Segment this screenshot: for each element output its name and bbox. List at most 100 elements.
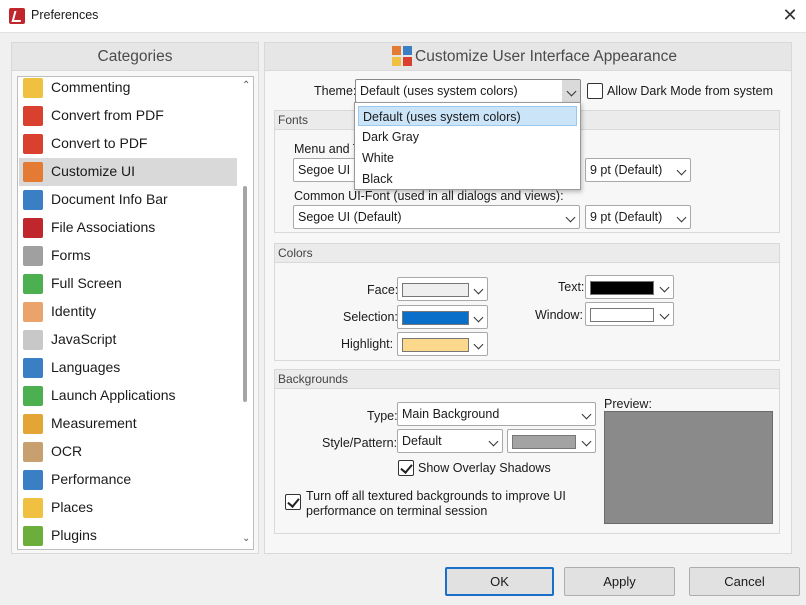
chevron-down-icon	[659, 282, 670, 293]
common-font-label: Common UI-Font (used in all dialogs and …	[294, 189, 564, 203]
categories-header: Categories	[12, 43, 258, 71]
launch-apps-icon	[23, 386, 43, 406]
customize-ui-icon	[391, 45, 413, 67]
category-label: Commenting	[51, 79, 131, 95]
scroll-down-icon[interactable]: ⌄	[242, 533, 250, 544]
chevron-down-icon	[676, 212, 687, 223]
appearance-header: Customize User Interface Appearance	[265, 43, 791, 71]
category-item[interactable]: JavaScript	[19, 326, 238, 354]
chevron-down-icon	[659, 309, 670, 320]
chevron-down-icon	[565, 212, 576, 223]
common-font-select[interactable]: Segoe UI (Default)	[293, 205, 580, 229]
convert-from-pdf-icon	[23, 106, 43, 126]
style-pattern-select[interactable]: Default	[397, 429, 503, 453]
chevron-down-icon	[473, 284, 484, 295]
scroll-up-icon[interactable]: ⌃	[242, 80, 250, 91]
category-item[interactable]: Customize UI	[19, 158, 238, 186]
menu-font-size-select[interactable]: 9 pt (Default)	[585, 158, 691, 182]
full-screen-icon	[23, 274, 43, 294]
category-item[interactable]: Performance	[19, 466, 238, 494]
selection-color-swatch	[402, 311, 469, 325]
theme-option[interactable]: Dark Gray	[358, 127, 577, 147]
face-color-swatch	[402, 283, 469, 297]
theme-option[interactable]: Black	[358, 169, 577, 189]
category-label: Languages	[51, 359, 121, 375]
forms-icon	[23, 246, 43, 266]
close-icon[interactable]: ✕	[780, 5, 800, 25]
face-color-picker[interactable]	[397, 277, 488, 301]
theme-label: Theme:	[314, 84, 357, 98]
turn-off-textures-checkbox[interactable]	[285, 494, 301, 510]
background-type-select[interactable]: Main Background	[397, 402, 596, 426]
background-preview	[604, 411, 773, 524]
category-item[interactable]: Launch Applications	[19, 382, 238, 410]
category-item[interactable]: OCR	[19, 438, 238, 466]
ok-button[interactable]: OK	[445, 567, 554, 596]
text-color-swatch	[590, 281, 654, 295]
background-type-value: Main Background	[402, 407, 500, 421]
category-item[interactable]: Full Screen	[19, 270, 238, 298]
category-label: OCR	[51, 443, 83, 459]
backgrounds-group-title: Backgrounds	[275, 370, 779, 389]
text-color-picker[interactable]	[585, 275, 674, 299]
category-item[interactable]: Forms	[19, 242, 238, 270]
performance-icon	[23, 470, 43, 490]
category-item[interactable]: File Associations	[19, 214, 238, 242]
category-item[interactable]: Convert to PDF	[19, 130, 238, 158]
javascript-icon	[23, 330, 43, 350]
category-item[interactable]: Measurement	[19, 410, 238, 438]
cancel-button[interactable]: Cancel	[689, 567, 800, 596]
turn-off-textures-line-2: performance on terminal session	[306, 504, 488, 518]
theme-select[interactable]: Default (uses system colors)	[355, 79, 581, 103]
category-item[interactable]: Commenting	[19, 77, 238, 102]
category-item[interactable]: Plugins	[19, 522, 238, 549]
categories-list[interactable]: Commenting Convert from PDF Convert to PDF…	[17, 76, 254, 550]
category-item[interactable]: Document Info Bar	[19, 186, 238, 214]
file-association-icon	[23, 218, 43, 238]
chevron-down-icon	[581, 409, 592, 420]
chevron-down-icon	[581, 436, 592, 447]
selection-color-picker[interactable]	[397, 305, 488, 329]
highlight-color-swatch	[402, 338, 469, 352]
category-label: Full Screen	[51, 275, 122, 291]
window-label: Window:	[535, 308, 583, 322]
style-pattern-value: Default	[402, 434, 442, 448]
plugins-icon	[23, 526, 43, 546]
colors-group-title: Colors	[275, 244, 779, 263]
turn-off-textures-label: Turn off all textured backgrounds to imp…	[306, 489, 566, 519]
categories-scrollbar[interactable]: ⌃ ⌄	[237, 77, 253, 549]
category-label: Launch Applications	[51, 387, 176, 403]
category-item[interactable]: Identity	[19, 298, 238, 326]
dark-mode-checkbox[interactable]	[587, 83, 603, 99]
style-pattern-label: Style/Pattern:	[322, 436, 398, 450]
convert-to-pdf-icon	[23, 134, 43, 154]
type-label: Type:	[367, 409, 398, 423]
pattern-color-swatch	[512, 435, 576, 449]
category-item[interactable]: Languages	[19, 354, 238, 382]
window-color-picker[interactable]	[585, 302, 674, 326]
languages-icon	[23, 358, 43, 378]
highlight-color-picker[interactable]	[397, 332, 488, 356]
common-font-size-value: 9 pt (Default)	[590, 210, 663, 224]
scroll-thumb[interactable]	[243, 186, 247, 402]
common-font-size-select[interactable]: 9 pt (Default)	[585, 205, 691, 229]
window-title: Preferences	[31, 8, 99, 22]
preview-label: Preview:	[604, 397, 652, 411]
apply-button[interactable]: Apply	[564, 567, 675, 596]
theme-option[interactable]: Default (uses system colors)	[358, 106, 577, 126]
chevron-down-icon	[488, 436, 499, 447]
identity-icon	[23, 302, 43, 322]
category-label: Plugins	[51, 527, 97, 543]
category-label: Customize UI	[51, 163, 136, 179]
pattern-color-picker[interactable]	[507, 429, 596, 453]
overlay-shadows-checkbox[interactable]	[398, 460, 414, 476]
menu-font-label: Menu and T	[294, 142, 361, 156]
ocr-icon	[23, 442, 43, 462]
chevron-down-icon	[473, 312, 484, 323]
text-label: Text:	[558, 280, 585, 294]
category-item[interactable]: Convert from PDF	[19, 102, 238, 130]
comment-icon	[23, 78, 43, 98]
category-label: File Associations	[51, 219, 156, 235]
category-item[interactable]: Places	[19, 494, 238, 522]
theme-option[interactable]: White	[358, 148, 577, 168]
